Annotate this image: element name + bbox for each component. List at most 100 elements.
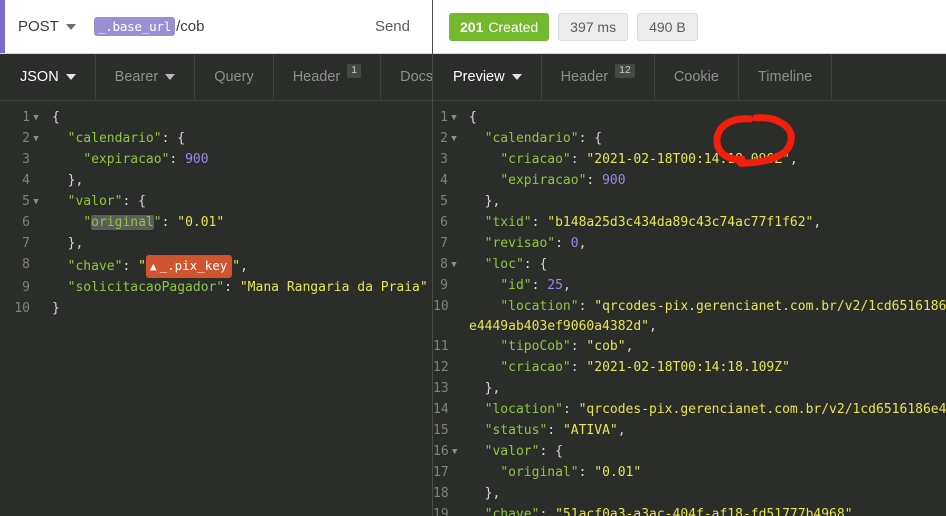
code-line: 10▼} xyxy=(0,299,432,320)
line-number: 1 ▼ xyxy=(433,108,463,129)
url-input[interactable]: _.base_url/cob xyxy=(93,17,365,36)
code-line: 2 ▼ "calendario": { xyxy=(0,129,432,150)
fold-arrow-icon[interactable]: ▼ xyxy=(30,108,42,128)
line-number: 10▼ xyxy=(433,297,463,318)
fold-arrow-icon[interactable]: ▼ xyxy=(448,234,460,254)
fold-arrow-icon[interactable]: ▼ xyxy=(448,129,460,149)
tab-label: Header xyxy=(292,69,341,85)
line-number: 4▼ xyxy=(0,171,44,192)
code-line: 5 ▼ "valor": { xyxy=(0,192,432,213)
response-tab-preview[interactable]: Preview xyxy=(433,54,542,100)
url-variable-chip[interactable]: _.base_url xyxy=(93,17,176,36)
code-line: 1 ▼ { xyxy=(433,108,946,129)
code-text: "tipoCob": "cob", xyxy=(500,339,634,354)
code-line: 17▼ "original": "0.01" xyxy=(433,463,946,484)
fold-arrow-icon[interactable]: ▼ xyxy=(449,358,461,378)
fold-arrow-icon[interactable]: ▼ xyxy=(449,400,461,420)
response-time-badge[interactable]: 397 ms xyxy=(558,12,629,41)
tab-label: Query xyxy=(214,69,254,85)
fold-arrow-icon[interactable]: ▼ xyxy=(30,171,42,191)
fold-arrow-icon[interactable]: ▼ xyxy=(449,484,461,504)
chevron-down-icon xyxy=(511,74,522,80)
code-text: "chave": " ▲ _.pix_key ", xyxy=(44,255,248,278)
fold-arrow-icon[interactable]: ▼ xyxy=(30,129,42,149)
line-number: 3▼ xyxy=(433,150,463,171)
fold-arrow-icon[interactable]: ▼ xyxy=(30,150,42,170)
fold-arrow-icon[interactable]: ▼ xyxy=(449,505,461,516)
status-code: 201 xyxy=(460,18,484,35)
response-pane: 201 Created 397 ms 490 B Preview Header 12 C… xyxy=(432,0,946,516)
fold-arrow-icon[interactable]: ▼ xyxy=(30,213,42,233)
chevron-down-icon xyxy=(65,23,76,30)
code-text: "calendario": { xyxy=(484,131,603,146)
response-tab-cookie[interactable]: Cookie xyxy=(655,54,739,100)
fold-arrow-icon[interactable]: ▼ xyxy=(449,297,461,317)
line-number: 17▼ xyxy=(433,463,463,484)
fold-arrow-icon[interactable]: ▼ xyxy=(449,421,461,441)
fold-arrow-icon[interactable]: ▼ xyxy=(449,337,461,357)
code-text: "expiracao": 900 xyxy=(83,152,209,167)
request-url-bar: POST _.base_url/cob Send xyxy=(0,0,432,54)
code-line: 6▼ "txid": "b148a25d3c434da89c43c74ac77f… xyxy=(433,213,946,234)
code-text: "original": "0.01" xyxy=(500,465,642,480)
line-number: 19▼ xyxy=(433,505,463,516)
code-line: 11▼ "tipoCob": "cob", xyxy=(433,337,946,358)
response-tab-header[interactable]: Header 12 xyxy=(542,54,655,100)
fold-arrow-icon[interactable]: ▼ xyxy=(30,299,42,319)
fold-arrow-icon[interactable]: ▼ xyxy=(30,234,42,254)
code-text: "valor": { xyxy=(484,444,563,459)
request-tab-bearer[interactable]: Bearer xyxy=(96,54,196,100)
line-number: 6▼ xyxy=(433,213,463,234)
fold-arrow-icon[interactable]: ▼ xyxy=(449,442,461,462)
send-button[interactable]: Send xyxy=(365,18,432,35)
code-text: "valor": { xyxy=(67,194,146,209)
code-text: { xyxy=(469,110,477,125)
fold-arrow-icon[interactable]: ▼ xyxy=(449,379,461,399)
response-size-badge[interactable]: 490 B xyxy=(637,12,698,41)
code-text: "original": "0.01" xyxy=(83,215,225,230)
request-tab-json[interactable]: JSON xyxy=(0,54,96,100)
code-text: "location": "qrcodes-pix.gerencianet.com… xyxy=(469,299,946,334)
request-tab-docs[interactable]: Docs xyxy=(381,54,432,100)
request-body-editor[interactable]: 1▼{2▼ "calendario": {3▼ "expiracao": 900… xyxy=(0,101,432,516)
request-tab-strip: JSON Bearer Query Header 1 Docs xyxy=(0,54,432,101)
line-number: 4▼ xyxy=(433,171,463,192)
request-tab-header[interactable]: Header 1 xyxy=(274,54,382,100)
http-method-dropdown[interactable]: POST xyxy=(18,18,76,35)
code-text: }, xyxy=(484,381,501,396)
tab-label: Docs xyxy=(400,69,432,85)
line-number: 11▼ xyxy=(433,337,463,358)
code-line: 4▼ "expiracao": 900 xyxy=(433,171,946,192)
line-number: 12▼ xyxy=(433,358,463,379)
code-text: }, xyxy=(484,194,501,209)
fold-arrow-icon[interactable]: ▼ xyxy=(30,192,42,212)
code-text: }, xyxy=(484,486,501,501)
fold-arrow-icon[interactable]: ▼ xyxy=(448,108,460,128)
tab-label: Bearer xyxy=(114,69,159,85)
code-text: "expiracao": 900 xyxy=(500,173,626,188)
fold-arrow-icon[interactable]: ▼ xyxy=(449,463,461,483)
response-body-viewer[interactable]: 1▼{2▼ "calendario": {3▼ "criacao": "2021… xyxy=(433,101,946,516)
fold-arrow-icon[interactable]: ▼ xyxy=(30,255,42,275)
line-number: 8▼ xyxy=(0,255,44,276)
chevron-down-icon xyxy=(65,74,76,80)
fold-arrow-icon[interactable]: ▼ xyxy=(448,255,460,275)
code-line: 19▼ "chave": "51acf0a3-a3ac-404f-af18-fd… xyxy=(433,505,946,516)
fold-arrow-icon[interactable]: ▼ xyxy=(448,276,460,296)
status-badge[interactable]: 201 Created xyxy=(449,12,550,41)
code-line: 4▼ }, xyxy=(0,171,432,192)
code-text: "txid": "b148a25d3c434da89c43c74ac77f1f6… xyxy=(484,215,822,230)
response-tab-timeline[interactable]: Timeline xyxy=(739,54,833,100)
code-text: "solicitacaoPagador": "Mana Rangaria da … xyxy=(67,280,428,295)
code-line: 9▼ "solicitacaoPagador": "Mana Rangaria … xyxy=(0,278,432,299)
line-number: 9▼ xyxy=(433,276,463,297)
fold-arrow-icon[interactable]: ▼ xyxy=(448,150,460,170)
request-pane: POST _.base_url/cob Send JSON Bearer Query… xyxy=(0,0,432,516)
request-tab-query[interactable]: Query xyxy=(195,54,274,100)
fold-arrow-icon[interactable]: ▼ xyxy=(30,278,42,298)
fold-arrow-icon[interactable]: ▼ xyxy=(448,171,460,191)
response-tab-strip: Preview Header 12 Cookie Timeline xyxy=(433,54,946,101)
fold-arrow-icon[interactable]: ▼ xyxy=(448,213,460,233)
status-text: Created xyxy=(488,18,539,35)
fold-arrow-icon[interactable]: ▼ xyxy=(448,192,460,212)
